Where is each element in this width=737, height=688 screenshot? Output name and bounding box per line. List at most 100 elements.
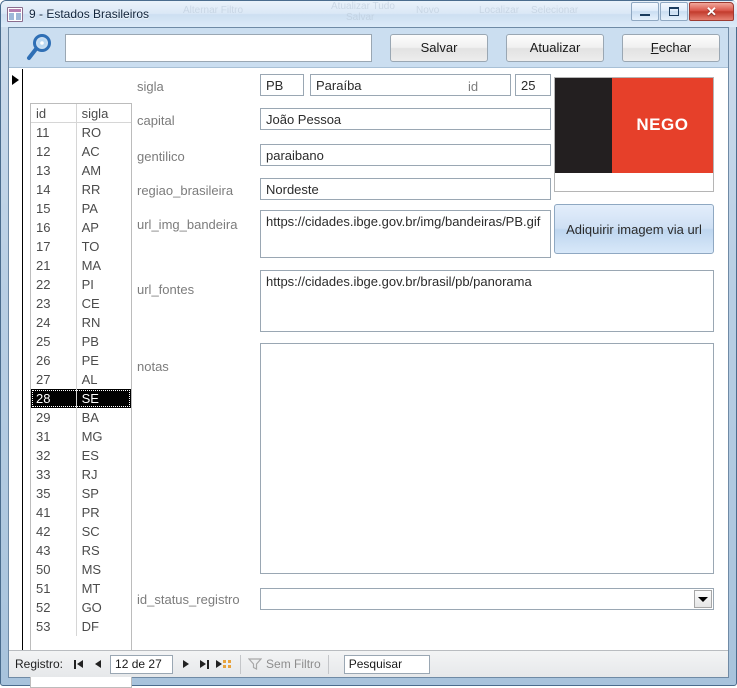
cell-sigla[interactable]: ES [77,446,131,465]
cell-sigla[interactable]: CE [77,294,131,313]
cell-id[interactable]: 12 [31,142,77,161]
estados-datasheet[interactable]: id sigla 11 RO 12 AC 13 AM 14 RR 15 PA 16 AP 17 TO 21 M… [30,103,132,688]
cell-id[interactable]: 11 [31,123,77,142]
cell-id[interactable]: 41 [31,503,77,522]
cell-sigla[interactable]: SC [77,522,131,541]
record-counter-input[interactable]: 12 de 27 [110,654,174,674]
navbar-search-input[interactable]: Pesquisar [343,654,430,674]
cell-id[interactable]: 31 [31,427,77,446]
save-button[interactable]: Salvar [390,33,488,62]
table-row[interactable]: 51 MT [31,579,131,598]
new-record-button[interactable] [214,655,233,674]
cell-sigla[interactable]: MS [77,560,131,579]
cell-sigla[interactable]: SE [77,389,131,408]
cell-id[interactable]: 26 [31,351,77,370]
cell-id[interactable]: 50 [31,560,77,579]
cell-id[interactable]: 14 [31,180,77,199]
cell-sigla[interactable]: RJ [77,465,131,484]
field-url-img-bandeira[interactable]: https://cidades.ibge.gov.br/img/bandeira… [260,210,551,258]
field-nome[interactable]: Paraíba [310,74,511,96]
table-row[interactable]: 17 TO [31,237,131,256]
minimize-button[interactable] [631,2,659,21]
cell-id[interactable]: 13 [31,161,77,180]
table-row[interactable]: 15 PA [31,199,131,218]
cell-id[interactable]: 42 [31,522,77,541]
field-notas[interactable] [260,343,714,574]
table-row[interactable]: 41 PR [31,503,131,522]
cell-id[interactable]: 15 [31,199,77,218]
chevron-down-icon[interactable] [694,590,712,608]
field-id-status-registro[interactable] [260,588,714,610]
cell-sigla[interactable]: AM [77,161,131,180]
table-row[interactable]: 23 CE [31,294,131,313]
cell-sigla[interactable]: RO [77,123,131,142]
cell-sigla[interactable]: SP [77,484,131,503]
table-row[interactable]: 28 SE [31,389,131,408]
table-row[interactable]: 35 SP [31,484,131,503]
cell-id[interactable]: 25 [31,332,77,351]
table-row[interactable]: 32 ES [31,446,131,465]
cell-sigla[interactable]: MA [77,256,131,275]
cell-sigla[interactable]: RN [77,313,131,332]
filter-status-label[interactable]: Sem Filtro [266,657,321,671]
cell-id[interactable]: 22 [31,275,77,294]
field-id[interactable]: 25 [515,74,551,96]
field-gentilico[interactable]: paraibano [260,144,551,166]
field-regiao-brasileira[interactable]: Nordeste [260,178,551,200]
title-bar[interactable]: Alternar Filtro Atualizar Tudo Salvar No… [1,1,737,27]
table-row[interactable]: 31 MG [31,427,131,446]
cell-sigla[interactable]: MT [77,579,131,598]
cell-id[interactable]: 28 [31,389,77,408]
table-row[interactable]: 13 AM [31,161,131,180]
table-row[interactable]: 53 DF [31,617,131,636]
table-row[interactable]: 16 AP [31,218,131,237]
close-form-button[interactable]: Fechar [622,33,720,62]
cell-sigla[interactable]: PI [77,275,131,294]
last-record-button[interactable] [195,655,214,674]
cell-id[interactable]: 21 [31,256,77,275]
record-selector-strip[interactable] [9,69,23,650]
cell-sigla[interactable]: GO [77,598,131,617]
cell-id[interactable]: 35 [31,484,77,503]
cell-sigla[interactable]: BA [77,408,131,427]
cell-sigla[interactable]: AP [77,218,131,237]
table-row[interactable]: 26 PE [31,351,131,370]
cell-sigla[interactable]: RS [77,541,131,560]
cell-id[interactable]: 24 [31,313,77,332]
refresh-button[interactable]: Atualizar [506,33,604,62]
previous-record-button[interactable] [88,655,107,674]
cell-id[interactable]: 53 [31,617,77,636]
table-row[interactable]: 25 PB [31,332,131,351]
cell-id[interactable]: 17 [31,237,77,256]
cell-sigla[interactable]: RR [77,180,131,199]
column-header-id[interactable]: id [31,104,77,122]
table-row[interactable]: 22 PI [31,275,131,294]
table-row[interactable]: 50 MS [31,560,131,579]
table-row[interactable]: 24 RN [31,313,131,332]
cell-sigla[interactable]: TO [77,237,131,256]
cell-id[interactable]: 27 [31,370,77,389]
cell-id[interactable]: 52 [31,598,77,617]
cell-id[interactable]: 29 [31,408,77,427]
table-row[interactable]: 43 RS [31,541,131,560]
acquire-image-button[interactable]: Adiquirir imagem via url [554,204,714,254]
field-url-fontes[interactable]: https://cidades.ibge.gov.br/brasil/pb/pa… [260,270,714,332]
table-row[interactable]: 27 AL [31,370,131,389]
field-sigla[interactable]: PB [260,74,304,96]
table-row[interactable]: 33 RJ [31,465,131,484]
cell-id[interactable]: 23 [31,294,77,313]
cell-id[interactable]: 32 [31,446,77,465]
cell-sigla[interactable]: AC [77,142,131,161]
cell-sigla[interactable]: PA [77,199,131,218]
table-row[interactable]: 21 MA [31,256,131,275]
table-row[interactable]: 42 SC [31,522,131,541]
field-capital[interactable]: João Pessoa [260,108,551,130]
table-row[interactable]: 14 RR [31,180,131,199]
table-row[interactable]: 12 AC [31,142,131,161]
cell-sigla[interactable]: PR [77,503,131,522]
search-input[interactable] [65,33,372,62]
first-record-button[interactable] [69,655,88,674]
maximize-restore-button[interactable] [660,2,688,21]
cell-sigla[interactable]: PE [77,351,131,370]
cell-id[interactable]: 33 [31,465,77,484]
